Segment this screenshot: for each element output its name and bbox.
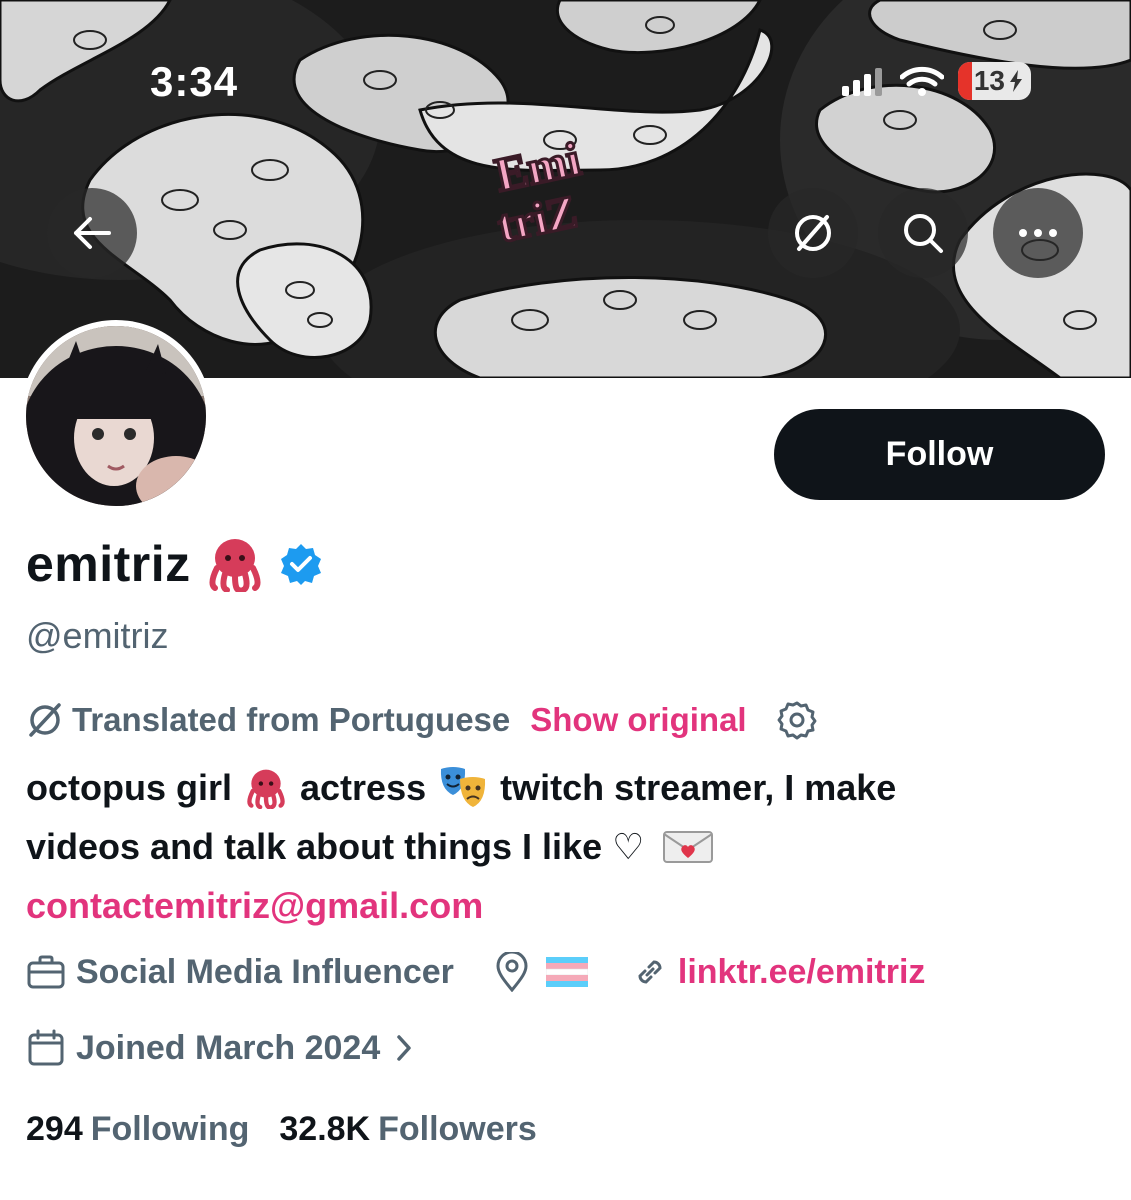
battery-icon: 13 <box>957 62 1031 100</box>
display-name: emitriz <box>26 536 191 592</box>
avatar-photo <box>26 326 206 506</box>
show-original-link[interactable]: Show original <box>530 701 746 739</box>
more-options-button[interactable] <box>993 188 1083 278</box>
signal-icon <box>841 66 886 96</box>
bio-line-1: octopus girl actress twitch streamer, I … <box>26 758 1106 817</box>
followers-label: Followers <box>378 1110 537 1148</box>
briefcase-icon <box>26 954 66 990</box>
link-icon <box>632 954 668 990</box>
following-count: 294 <box>26 1110 83 1148</box>
banner-logo: Emi triZ <box>470 120 620 260</box>
bio-text-octopus-girl: octopus girl <box>26 767 232 808</box>
love-letter-emoji <box>662 828 714 866</box>
bio-text-actress: actress <box>300 767 427 808</box>
settings-gear-icon[interactable] <box>777 700 817 740</box>
battery-percentage: 13 <box>973 65 1005 96</box>
translate-icon <box>791 211 835 255</box>
verified-badge-icon[interactable] <box>279 542 323 586</box>
location-pin-icon <box>494 952 530 992</box>
user-handle: @emitriz <box>26 615 169 656</box>
translated-row: Translated from Portuguese Show original <box>26 700 817 740</box>
status-time: 3:34 <box>150 58 239 105</box>
bio-line-3: contactemitriz@gmail.com <box>26 876 1106 935</box>
joined-row[interactable]: Joined March 2024 <box>26 1028 414 1068</box>
back-arrow-icon <box>72 216 112 250</box>
follow-stats: 294 Following 32.8K Followers <box>26 1110 537 1149</box>
calendar-icon <box>26 1028 66 1068</box>
translate-icon <box>26 701 64 739</box>
followers-stat[interactable]: 32.8K Followers <box>279 1110 536 1149</box>
octopus-emoji <box>244 767 288 809</box>
translate-button[interactable] <box>768 188 858 278</box>
more-icon <box>1018 228 1058 238</box>
status-icons: 13 <box>841 62 1031 100</box>
bio-email-link[interactable]: contactemitriz@gmail.com <box>26 876 483 935</box>
profile-meta-row: Social Media Influencer linktr.ee/emitri… <box>26 952 925 992</box>
back-button[interactable] <box>47 188 137 278</box>
bio-line-2: videos and talk about things I like ♡ <box>26 817 1106 876</box>
follow-button[interactable]: Follow <box>774 409 1105 500</box>
profile-category: Social Media Influencer <box>76 952 454 991</box>
trans-flag-emoji <box>545 957 588 987</box>
profile-avatar[interactable] <box>20 320 212 512</box>
translated-label: Translated from Portuguese <box>72 701 511 738</box>
search-icon <box>901 211 945 255</box>
search-button[interactable] <box>878 188 968 278</box>
theater-masks-emoji <box>438 765 488 811</box>
bio-text-videos: videos and talk about things I like ♡ <box>26 826 645 867</box>
followers-count: 32.8K <box>279 1110 371 1148</box>
octopus-emoji <box>205 536 265 592</box>
wifi-icon <box>899 65 944 97</box>
following-stat[interactable]: 294 Following <box>26 1110 249 1149</box>
website-link[interactable]: linktr.ee/emitriz <box>678 953 926 992</box>
bio-text-streamer: twitch streamer, I make <box>500 767 897 808</box>
chevron-right-icon <box>394 1032 414 1064</box>
profile-bio: octopus girl actress twitch streamer, I … <box>26 758 1106 935</box>
name-row: emitriz <box>26 535 323 593</box>
following-label: Following <box>90 1110 250 1148</box>
profile-banner: 3:34 13 Emi triZ <box>0 0 1131 378</box>
joined-date: Joined March 2024 <box>76 1028 381 1067</box>
